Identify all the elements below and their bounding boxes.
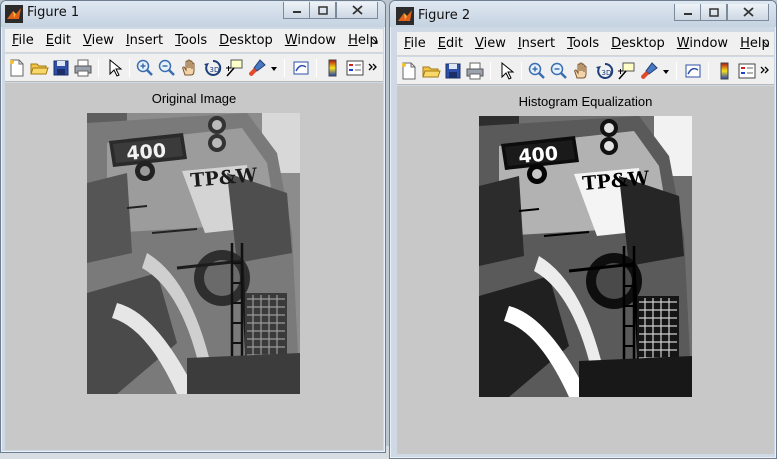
menu-tools[interactable]: Tools [175, 33, 207, 48]
toolbar-overflow-icon[interactable] [759, 61, 771, 81]
matlab-app-icon [396, 7, 414, 25]
link-plot-icon[interactable] [291, 58, 311, 78]
toolbar-separator [316, 59, 317, 77]
maximize-icon [317, 5, 328, 15]
minimize-icon [292, 11, 301, 13]
zoom-in-icon[interactable] [135, 58, 155, 78]
figure-1-titlebar[interactable]: Figure 1 [1, 1, 385, 27]
close-icon [742, 7, 754, 17]
toolbar-separator [490, 62, 491, 80]
menu-window[interactable]: Window [677, 36, 728, 51]
brush-icon[interactable] [639, 61, 659, 81]
axes-title: Original Image [151, 91, 237, 106]
menu-insert[interactable]: Insert [518, 36, 555, 51]
brush-icon[interactable] [247, 58, 267, 78]
figure-1-window[interactable]: Figure 1 File Edit View Insert Tools Des… [0, 0, 386, 453]
menu-window[interactable]: Window [285, 33, 336, 48]
window-title: Figure 2 [418, 8, 471, 23]
new-figure-icon[interactable] [399, 61, 419, 81]
maximize-button[interactable] [700, 4, 727, 21]
menu-file[interactable]: File [404, 36, 426, 51]
equalized-locomotive-image: 400 TP&W [479, 116, 692, 397]
menu-overflow-icon[interactable]: ↘ [761, 37, 770, 50]
toolbar-separator [284, 59, 285, 77]
menu-view[interactable]: View [83, 33, 114, 48]
rotate-3d-icon[interactable]: 3D [595, 61, 615, 81]
axes-title: Histogram Equalization [518, 94, 653, 109]
zoom-in-icon[interactable] [527, 61, 547, 81]
close-icon [351, 5, 363, 15]
toolbar-separator [676, 62, 677, 80]
figure-canvas[interactable]: Histogram Equalization 400 TP&W [397, 86, 774, 454]
pan-icon[interactable] [571, 61, 591, 81]
zoom-out-icon[interactable] [157, 58, 177, 78]
edit-plot-arrow-icon[interactable] [105, 58, 125, 78]
pan-icon[interactable] [179, 58, 199, 78]
toolbar-separator [708, 62, 709, 80]
rotate-3d-icon[interactable]: 3D [203, 58, 223, 78]
link-plot-icon[interactable] [683, 61, 703, 81]
edit-plot-arrow-icon[interactable] [497, 61, 517, 81]
maximize-icon [708, 7, 719, 17]
minimize-button[interactable] [674, 4, 701, 21]
toolbar-separator [521, 62, 522, 80]
figure-2-titlebar[interactable]: Figure 2 [390, 1, 776, 27]
window-title: Figure 1 [27, 5, 80, 20]
print-icon[interactable] [73, 58, 93, 78]
print-icon[interactable] [465, 61, 485, 81]
menu-desktop[interactable]: Desktop [611, 36, 665, 51]
legend-icon[interactable] [345, 58, 365, 78]
menu-file[interactable]: File [12, 33, 34, 48]
svg-text:3D: 3D [210, 66, 220, 74]
figure-toolbar: 3D [397, 57, 774, 85]
colorbar-icon[interactable] [715, 61, 735, 81]
new-figure-icon[interactable] [7, 58, 27, 78]
toolbar-separator [98, 59, 99, 77]
brush-dropdown-icon[interactable] [661, 61, 671, 81]
figure-2-window[interactable]: Figure 2 File Edit View Insert Tools Des… [389, 0, 777, 459]
menubar: File Edit View Insert Tools Desktop Wind… [397, 32, 774, 56]
toolbar-overflow-icon[interactable] [367, 58, 379, 78]
loco-number-text: 400 [518, 143, 559, 168]
close-button[interactable] [727, 4, 769, 21]
menu-insert[interactable]: Insert [126, 33, 163, 48]
close-button[interactable] [336, 2, 378, 19]
matlab-app-icon [5, 5, 23, 23]
locomotive-picture-equalized: 400 TP&W [479, 116, 692, 397]
data-cursor-icon[interactable] [617, 61, 637, 81]
figure-toolbar: 3D [5, 54, 383, 82]
colorbar-icon[interactable] [323, 58, 343, 78]
svg-text:3D: 3D [602, 69, 612, 77]
open-file-icon[interactable] [421, 61, 441, 81]
original-locomotive-image: 400 TP&W [87, 113, 300, 394]
locomotive-picture: 400 TP&W [87, 113, 300, 394]
loco-number-text: 400 [126, 140, 167, 165]
menu-view[interactable]: View [475, 36, 506, 51]
menu-overflow-icon[interactable]: ↘ [370, 34, 379, 47]
menu-desktop[interactable]: Desktop [219, 33, 273, 48]
menu-tools[interactable]: Tools [567, 36, 599, 51]
brush-dropdown-icon[interactable] [269, 58, 279, 78]
zoom-out-icon[interactable] [549, 61, 569, 81]
menu-edit[interactable]: Edit [46, 33, 71, 48]
legend-icon[interactable] [737, 61, 757, 81]
data-cursor-icon[interactable] [225, 58, 245, 78]
save-icon[interactable] [443, 61, 463, 81]
open-file-icon[interactable] [29, 58, 49, 78]
save-icon[interactable] [51, 58, 71, 78]
minimize-button[interactable] [283, 2, 310, 19]
menu-edit[interactable]: Edit [438, 36, 463, 51]
figure-canvas[interactable]: Original Image 400 TP&W [5, 83, 383, 450]
minimize-icon [683, 13, 692, 15]
maximize-button[interactable] [309, 2, 336, 19]
toolbar-separator [129, 59, 130, 77]
menubar: File Edit View Insert Tools Desktop Wind… [5, 29, 383, 53]
